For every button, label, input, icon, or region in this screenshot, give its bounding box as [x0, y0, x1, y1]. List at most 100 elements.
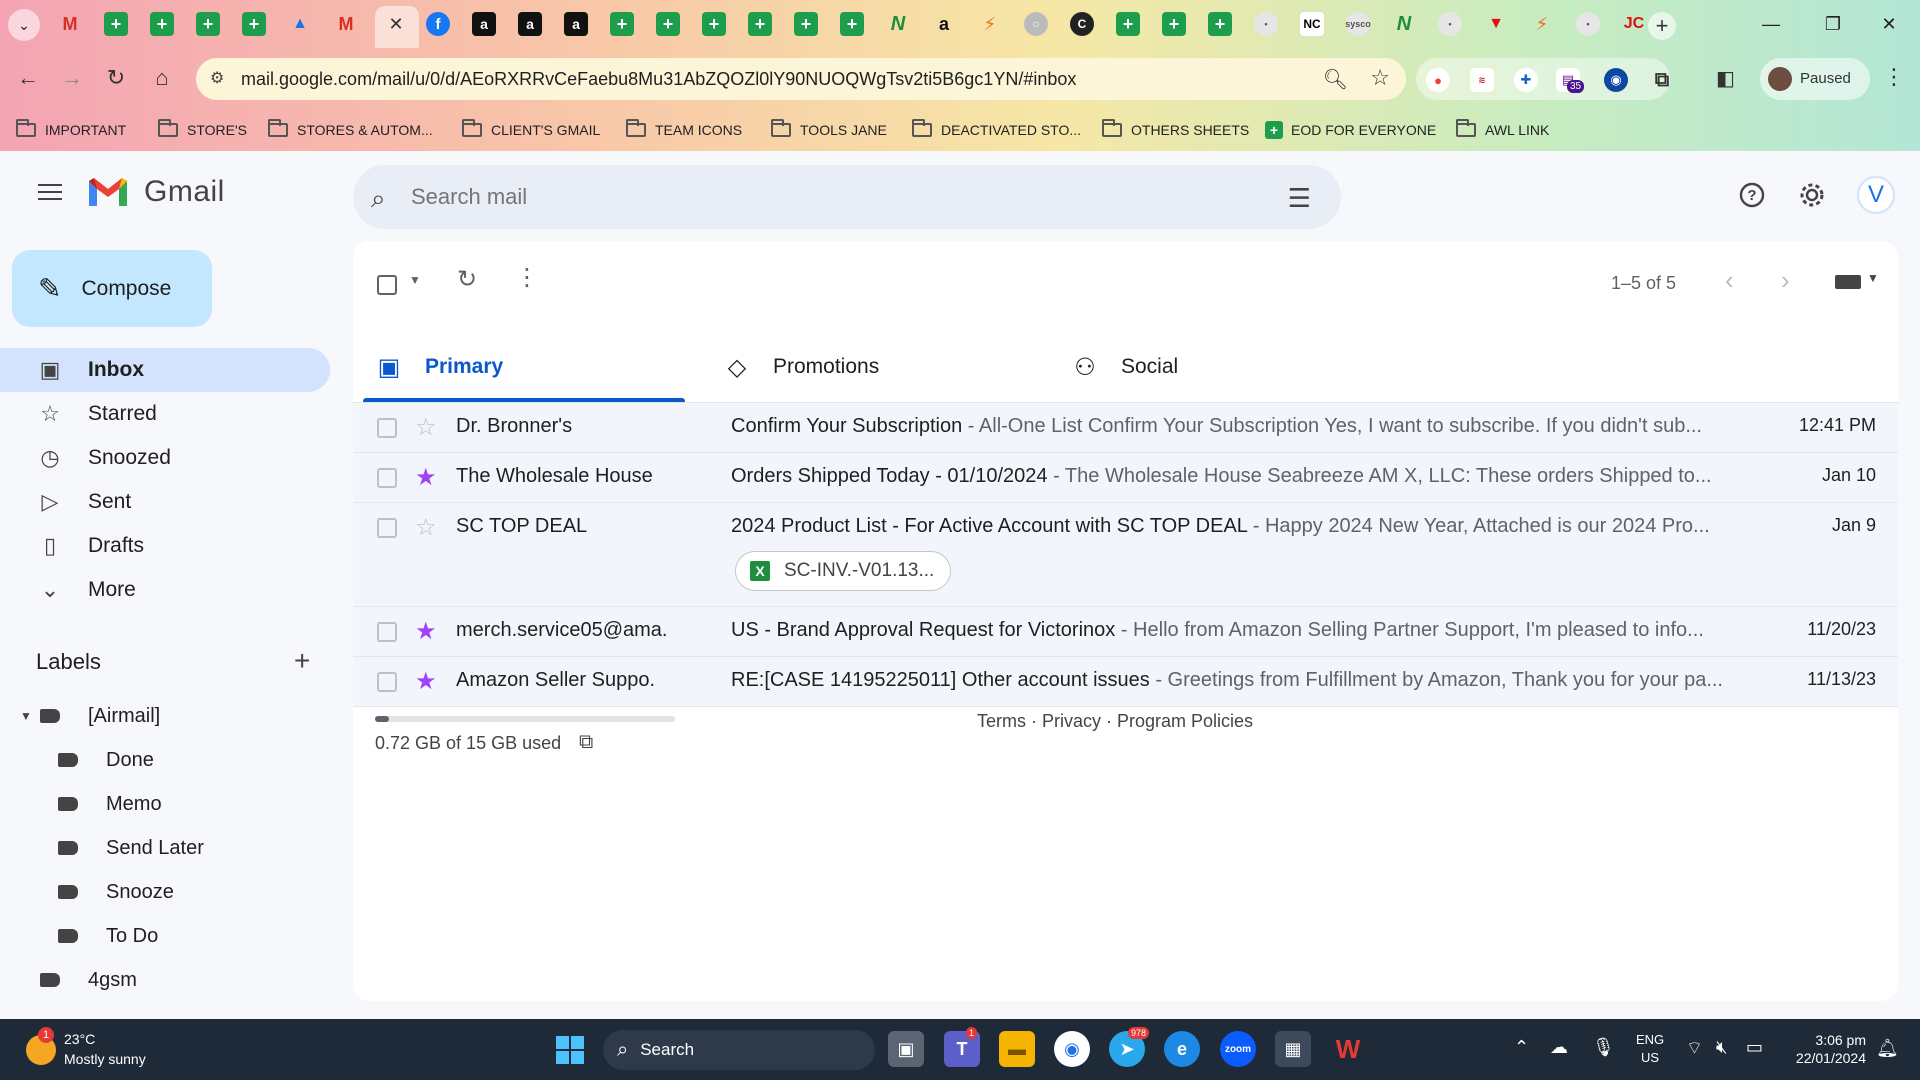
label-item[interactable]: Done: [58, 745, 154, 775]
row-checkbox[interactable]: [377, 622, 397, 642]
tab-gmail-icon[interactable]: M: [58, 12, 82, 36]
nav-item-sent[interactable]: ▷ Sent: [0, 480, 330, 524]
home-button[interactable]: ⌂: [146, 62, 178, 94]
zoom-icon[interactable]: 🔍︎: [1323, 67, 1348, 92]
side-panel-icon[interactable]: ◧: [1716, 66, 1744, 94]
label-item[interactable]: 4gsm: [40, 965, 137, 995]
tab-sheets-icon[interactable]: +: [702, 12, 726, 36]
label-item[interactable]: Memo: [58, 789, 162, 819]
tab-misc-icon[interactable]: •: [1254, 12, 1278, 36]
tab-gmail-icon[interactable]: M: [334, 12, 358, 36]
extension-icon[interactable]: ≋: [1470, 68, 1494, 92]
search-options-icon[interactable]: ☰: [1288, 183, 1311, 214]
bookmark-item[interactable]: OTHERS SHEETS: [1102, 116, 1249, 144]
footer-links[interactable]: Terms · Privacy · Program Policies: [977, 711, 1253, 732]
tab-sysco-icon[interactable]: sysco: [1345, 12, 1371, 36]
tab-drive-icon[interactable]: ▲: [288, 12, 312, 36]
refresh-button[interactable]: ↻: [457, 265, 477, 294]
url-text[interactable]: mail.google.com/mail/u/0/d/AEoRXRRvCeFae…: [241, 69, 1076, 90]
show-hidden-icons-chevron-up-icon[interactable]: ⌃: [1514, 1037, 1529, 1058]
email-row[interactable]: ☆ SC TOP DEAL 2024 Product List - For Acti…: [353, 503, 1898, 607]
tab-misc-icon[interactable]: •: [1438, 12, 1462, 36]
restore-button[interactable]: ❐: [1810, 8, 1856, 40]
puzzle-icon[interactable]: ⧉: [1650, 68, 1674, 92]
zoom-icon[interactable]: zoom: [1220, 1031, 1256, 1067]
tab-red-v-icon[interactable]: ▼: [1484, 12, 1508, 36]
select-menu-caret[interactable]: ▼: [409, 273, 421, 287]
speaker-muted-icon[interactable]: 🔇︎: [1716, 1037, 1727, 1058]
more-actions-button[interactable]: ⋮: [515, 263, 539, 292]
tab-zap-icon[interactable]: ⚡: [1530, 12, 1554, 36]
tab-sheets-icon[interactable]: +: [840, 12, 864, 36]
extension-icon[interactable]: ✚: [1514, 68, 1538, 92]
language-indicator[interactable]: ENG US: [1636, 1031, 1664, 1067]
select-all-checkbox[interactable]: [377, 275, 397, 295]
file-explorer-icon[interactable]: ▬: [999, 1031, 1035, 1067]
microphone-icon[interactable]: 🎙︎: [1592, 1037, 1615, 1058]
create-label-button[interactable]: +: [294, 645, 310, 677]
tab-green-n-icon[interactable]: N: [1392, 12, 1416, 36]
gmail-logo[interactable]: Gmail: [86, 175, 225, 209]
tab-facebook-icon[interactable]: f: [426, 12, 450, 36]
row-checkbox[interactable]: [377, 468, 397, 488]
tab-jc-icon[interactable]: JC: [1622, 12, 1646, 36]
tab-social[interactable]: ⚇ Social: [1071, 331, 1178, 403]
tab-sheets-icon[interactable]: +: [748, 12, 772, 36]
label-item[interactable]: [Airmail]: [40, 701, 160, 731]
expand-caret-icon[interactable]: ▼: [20, 709, 32, 723]
address-bar[interactable]: ⚙ mail.google.com/mail/u/0/d/AEoRXRRvCeF…: [196, 58, 1406, 100]
tab-green-n-icon[interactable]: N: [886, 12, 910, 36]
label-item[interactable]: Snooze: [58, 877, 174, 907]
close-window-button[interactable]: ✕: [1866, 8, 1912, 40]
tab-sheets-icon[interactable]: +: [610, 12, 634, 36]
browser-menu-button[interactable]: ⋮: [1880, 64, 1908, 96]
search-bar[interactable]: ⌕ ☰: [353, 165, 1341, 229]
label-item[interactable]: Send Later: [58, 833, 204, 863]
star-icon[interactable]: ★: [415, 667, 437, 696]
tab-search-button[interactable]: ⌄: [8, 9, 40, 41]
keyboard-icon[interactable]: [1835, 275, 1861, 289]
search-icon[interactable]: ⌕: [371, 183, 386, 215]
bookmark-item[interactable]: TEAM ICONS: [626, 116, 742, 144]
attachment-chip[interactable]: X SC-INV.-V01.13...: [735, 551, 952, 591]
wps-office-icon[interactable]: W: [1330, 1031, 1366, 1067]
extension-icon[interactable]: ◉: [1604, 68, 1628, 92]
tab-sheets-icon[interactable]: +: [1116, 12, 1140, 36]
reload-button[interactable]: ↻: [100, 62, 132, 94]
star-icon[interactable]: ☆: [415, 413, 437, 442]
nav-item-starred[interactable]: ☆ Starred: [0, 392, 330, 436]
weather-condition[interactable]: Mostly sunny: [64, 1051, 146, 1067]
input-tools-caret[interactable]: ▼: [1867, 271, 1879, 285]
search-input[interactable]: [411, 177, 1211, 217]
tab-promotions[interactable]: ◇ Promotions: [723, 331, 879, 403]
star-icon[interactable]: ★: [415, 463, 437, 492]
nav-item-inbox[interactable]: ▣ Inbox: [0, 348, 330, 392]
tab-amazon-icon[interactable]: a: [564, 12, 588, 36]
email-row[interactable]: ★ Amazon Seller Suppo. RE:[CASE 1419522501…: [353, 657, 1898, 707]
notification-bell-icon[interactable]: 🔔︎: [1876, 1038, 1899, 1059]
star-icon[interactable]: ☆: [415, 513, 437, 542]
email-row[interactable]: ★ merch.service05@ama. US - Brand Approval…: [353, 607, 1898, 657]
site-info-icon[interactable]: ⚙: [210, 68, 232, 90]
nav-item-snoozed[interactable]: ◷ Snoozed: [0, 436, 330, 480]
weather-temperature[interactable]: 23°C: [64, 1031, 95, 1047]
row-checkbox[interactable]: [377, 418, 397, 438]
nav-item-more[interactable]: ⌄ More: [0, 568, 330, 612]
tab-sheets-icon[interactable]: +: [150, 12, 174, 36]
older-button[interactable]: ›: [1781, 265, 1790, 296]
bookmark-item[interactable]: + EOD FOR EVERYONE: [1265, 116, 1436, 144]
forward-button[interactable]: →: [56, 62, 88, 94]
tab-sheets-icon[interactable]: +: [1162, 12, 1186, 36]
row-checkbox[interactable]: [377, 518, 397, 538]
back-button[interactable]: ←: [12, 62, 44, 94]
tab-sheets-icon[interactable]: +: [794, 12, 818, 36]
close-tab-button[interactable]: ✕: [384, 12, 408, 36]
support-button[interactable]: ?: [1732, 175, 1772, 215]
open-storage-icon[interactable]: ⧉: [579, 731, 593, 754]
task-view-icon[interactable]: ▣: [888, 1031, 924, 1067]
bookmark-item[interactable]: STORES & AUTOM...: [268, 116, 433, 144]
bookmark-item[interactable]: IMPORTANT: [16, 116, 126, 144]
label-item[interactable]: To Do: [58, 921, 158, 951]
tab-nc-icon[interactable]: NC: [1300, 12, 1324, 36]
bookmark-item[interactable]: STORE'S: [158, 116, 247, 144]
